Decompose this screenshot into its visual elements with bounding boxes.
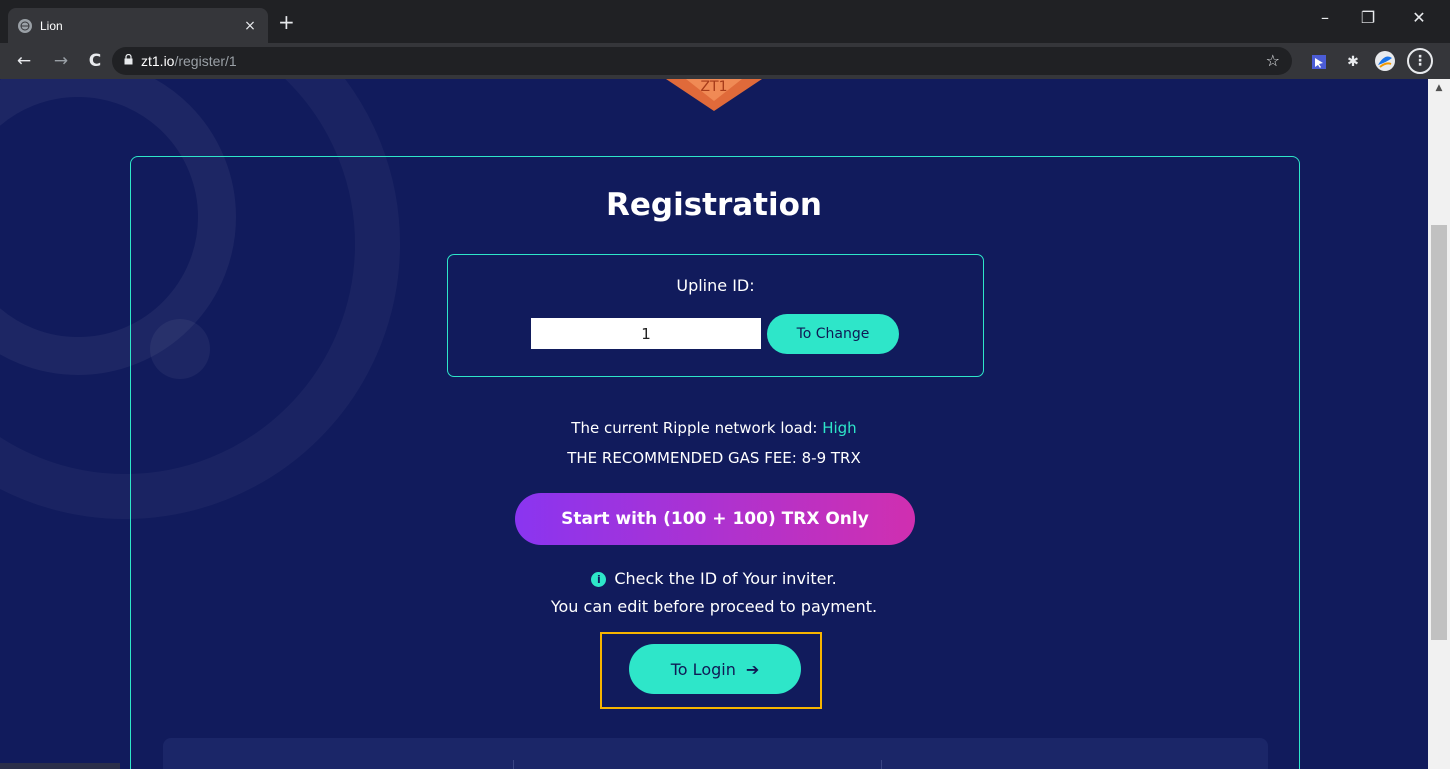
new-tab-button[interactable]: + [278, 12, 295, 32]
restore-icon[interactable]: ❐ [1356, 8, 1380, 27]
bookmark-star-icon[interactable]: ☆ [1266, 51, 1280, 70]
page-title: Registration [605, 187, 822, 223]
extension-cursor-icon[interactable] [1310, 53, 1328, 71]
tab-title: Lion [40, 18, 63, 33]
back-arrow-icon[interactable]: ← [14, 51, 34, 71]
scrollbar-thumb[interactable] [1431, 225, 1447, 640]
info-text: Check the ID of Your inviter. [614, 569, 837, 588]
network-load-text: The current Ripple network load: High [0, 419, 1428, 437]
profile-avatar[interactable] [1374, 50, 1396, 72]
browser-titlebar: Lion × + – ❐ ✕ [0, 0, 1450, 43]
page-scrollbar[interactable]: ▲ [1428, 79, 1450, 769]
info-message: i Check the ID of Your inviter. [0, 569, 1428, 588]
gas-fee-text: THE RECOMMENDED GAS FEE: 8-9 TRX [567, 449, 861, 467]
close-window-icon[interactable]: ✕ [1407, 8, 1431, 27]
network-load-label: The current Ripple network load: [571, 419, 818, 437]
url-host: zt1.io [141, 53, 175, 69]
stats-divider [513, 760, 514, 769]
change-upline-button[interactable]: To Change [767, 314, 899, 354]
info-icon: i [591, 572, 607, 587]
extensions-puzzle-icon[interactable]: ✱ [1344, 53, 1362, 71]
start-registration-button[interactable]: Start with (100 + 100) TRX Only [515, 493, 915, 545]
upline-panel [447, 254, 984, 377]
upline-id-input[interactable] [531, 318, 761, 349]
browser-toolbar: ← → C zt1.io /register/1 ☆ ✱ [0, 43, 1450, 79]
login-button-label: To Login [670, 659, 736, 679]
browser-tab[interactable]: Lion × [8, 8, 268, 43]
to-login-button[interactable]: To Login ➔ [629, 644, 801, 694]
globe-icon [18, 18, 32, 33]
url-path: /register/1 [174, 53, 237, 69]
stats-divider [881, 760, 882, 769]
arrow-right-icon: ➔ [745, 659, 760, 679]
upline-label: Upline ID: [676, 276, 755, 295]
reload-icon[interactable]: C [85, 51, 105, 71]
tab-close-icon[interactable]: × [242, 18, 258, 34]
browser-menu-icon[interactable]: ⋮ [1407, 48, 1433, 74]
minimize-icon[interactable]: – [1313, 8, 1337, 27]
lock-icon [124, 53, 133, 68]
zt1-logo: ZT1 [666, 79, 762, 111]
page-viewport: ZT1 Registration Upline ID: To Change Th… [0, 79, 1428, 769]
svg-text:ZT1: ZT1 [700, 79, 727, 95]
network-load-value: High [822, 419, 857, 437]
status-bubble [0, 763, 120, 769]
scroll-up-icon[interactable]: ▲ [1428, 83, 1450, 93]
stats-panel [163, 738, 1268, 769]
edit-hint-text: You can edit before proceed to payment. [550, 597, 878, 616]
forward-arrow-icon[interactable]: → [51, 51, 71, 71]
address-bar[interactable]: zt1.io /register/1 ☆ [112, 47, 1292, 75]
